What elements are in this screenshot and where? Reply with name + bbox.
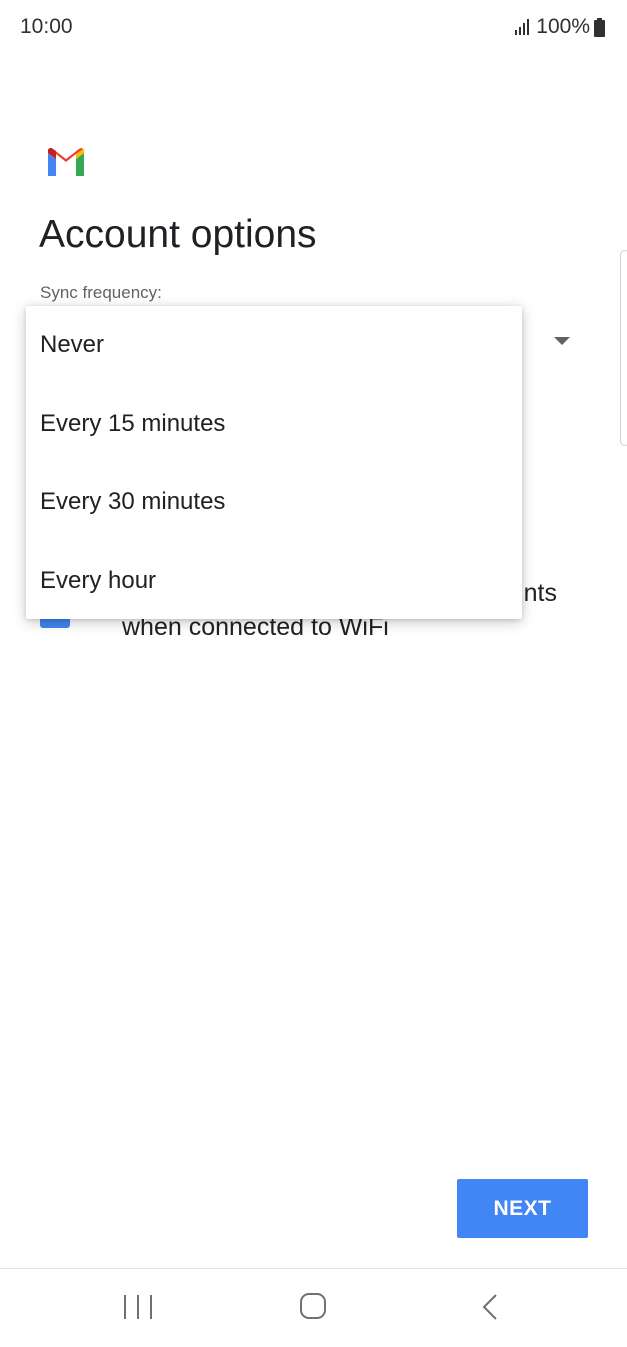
home-icon[interactable] bbox=[300, 1293, 326, 1319]
option-every-15-minutes[interactable]: Every 15 minutes bbox=[26, 385, 522, 464]
back-icon[interactable] bbox=[476, 1292, 506, 1322]
battery-icon bbox=[594, 17, 605, 37]
status-time: 10:00 bbox=[20, 15, 73, 38]
dropdown-arrow-icon[interactable] bbox=[554, 337, 570, 345]
recents-icon[interactable] bbox=[124, 1295, 152, 1319]
page-title: Account options bbox=[39, 213, 317, 256]
scroll-indicator bbox=[620, 250, 627, 446]
option-every-30-minutes[interactable]: Every 30 minutes bbox=[26, 463, 522, 542]
status-indicators: 100% bbox=[515, 15, 605, 39]
option-every-hour[interactable]: Every hour bbox=[26, 542, 522, 621]
navigation-bar bbox=[0, 1268, 627, 1347]
sync-frequency-dropdown: Never Every 15 minutes Every 30 minutes … bbox=[26, 306, 522, 619]
option-never[interactable]: Never bbox=[26, 306, 522, 385]
gmail-logo bbox=[48, 147, 84, 176]
signal-icon bbox=[515, 19, 531, 35]
battery-percentage: 100% bbox=[536, 15, 590, 38]
next-button[interactable]: NEXT bbox=[457, 1179, 588, 1238]
sync-frequency-label: Sync frequency: bbox=[40, 283, 162, 302]
status-bar: 10:00 100% bbox=[0, 0, 627, 56]
